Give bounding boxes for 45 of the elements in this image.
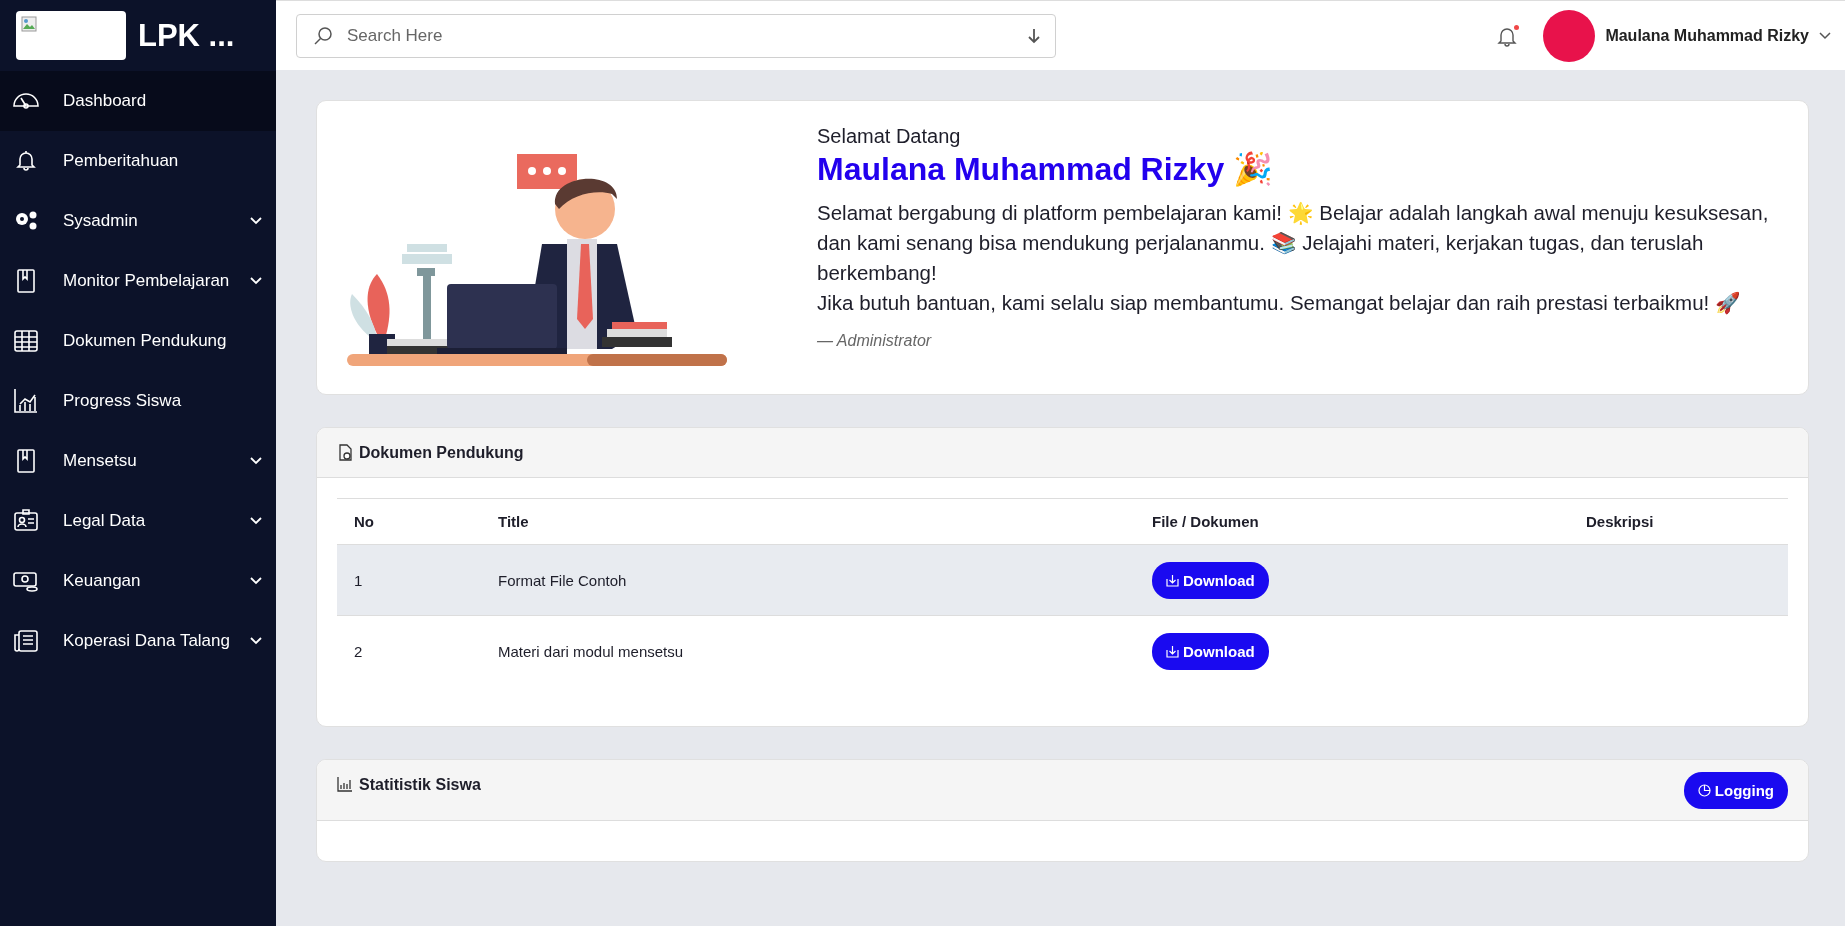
column-header: Deskripsi: [1569, 498, 1788, 545]
arrow-down-icon[interactable]: [1027, 27, 1041, 44]
welcome-paragraph: Jika butuh bantuan, kami selalu siap membantumu. Semangat belajar dan raih prestasi terbaikmu! 🚀: [817, 290, 1742, 317]
search-field[interactable]: Search Here: [296, 13, 1056, 58]
sidebar-item[interactable]: Monitor Pembelajaran: [0, 251, 276, 311]
column-header: Title: [481, 498, 1135, 545]
download-icon: [1166, 573, 1179, 587]
brand-name: LPK ...: [138, 17, 235, 54]
table-cell: 2: [337, 615, 481, 686]
table-icon: [12, 327, 40, 355]
sidebar-item[interactable]: Dashboard: [0, 71, 276, 131]
search-icon: [313, 25, 333, 46]
column-header: No: [337, 498, 481, 545]
user-name-heading: Maulana Muhammad Rizky 🎉: [817, 150, 1275, 188]
sidebar-item[interactable]: Legal Data: [0, 491, 276, 551]
card-title: Statitistik Siswa: [359, 776, 481, 794]
pie-chart-icon: [1697, 784, 1711, 797]
sidebar-item[interactable]: Koperasi Dana Talang: [0, 611, 276, 671]
user-name[interactable]: Maulana Muhammad Rizky: [1605, 26, 1809, 45]
signature: — Administrator: [817, 332, 933, 350]
sidebar-item[interactable]: Mensetsu: [0, 431, 276, 491]
line-chart-icon: [12, 387, 40, 415]
table-cell: Materi dari modul mensetsu: [481, 615, 1135, 686]
document-icon: [337, 443, 353, 462]
sidebar-item[interactable]: Progress Siswa: [0, 371, 276, 431]
gauge-icon: [12, 93, 40, 109]
download-button[interactable]: Download: [1152, 561, 1269, 599]
download-icon: [1166, 644, 1179, 658]
download-button[interactable]: Download: [1152, 632, 1269, 670]
table-cell: 1: [337, 544, 481, 616]
search-input[interactable]: Search Here: [345, 24, 1015, 47]
sidebar-item[interactable]: Keuangan: [0, 551, 276, 611]
chart-icon: [337, 776, 353, 792]
greeting: Selamat Datang: [817, 125, 962, 148]
table-cell: Format File Contoh: [481, 544, 1135, 616]
card-title: Dokumen Pendukung: [359, 443, 524, 462]
chevron-down-icon[interactable]: [1819, 31, 1831, 40]
logging-button[interactable]: Logging: [1683, 772, 1788, 809]
newspaper-icon: [12, 627, 40, 655]
column-header: File / Dokumen: [1135, 498, 1569, 545]
sidebar-item[interactable]: Sysadmin: [0, 191, 276, 251]
sidebar-item[interactable]: Dokumen Pendukung: [0, 311, 276, 371]
broken-image-icon: [21, 16, 37, 32]
sidebar-item[interactable]: Pemberitahuan: [0, 131, 276, 191]
welcome-paragraph: Selamat bergabung di platform pembelajaran kami! 🌟 Belajar adalah langkah awal menuju kesuksesan, dan kami senang bisa mendukung perjalananmu. 📚 Jelajahi materi, kerjakan tugas, dan teruslah berkembang!: [817, 200, 1770, 286]
